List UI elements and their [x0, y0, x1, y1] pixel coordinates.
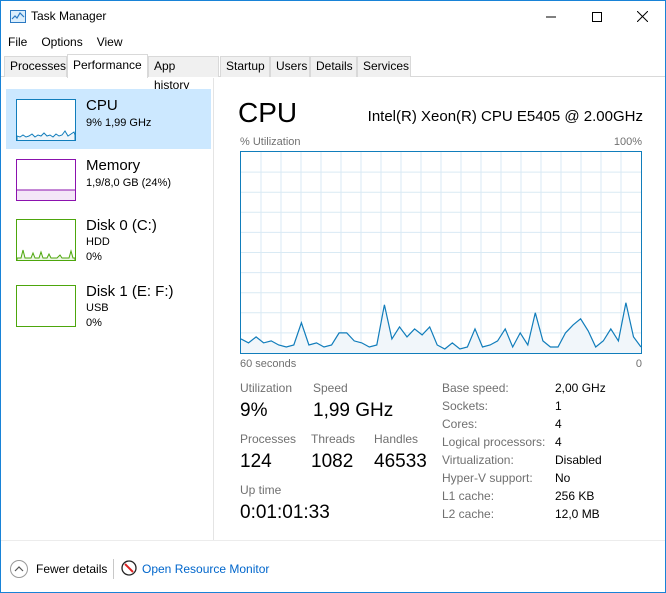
sidebar-memory-detail: 1,9/8,0 GB (24%) — [86, 177, 171, 189]
cpu-utilization-graph — [240, 151, 642, 354]
menu-file[interactable]: File — [1, 32, 34, 52]
sidebar-memory-name: Memory — [86, 157, 141, 174]
cores-label: Cores: — [442, 417, 478, 431]
resource-monitor-icon — [121, 560, 137, 576]
sidebar-disk0-usage: 0% — [86, 251, 102, 263]
sidebar-disk0-type: HDD — [86, 236, 110, 248]
resource-sidebar: CPU 9% 1,99 GHz Memory 1,9/8,0 GB (24%) … — [1, 78, 214, 540]
disk0-thumbnail — [16, 219, 76, 261]
l1-cache-label: L1 cache: — [442, 489, 495, 503]
l2-cache-value: 12,0 MB — [555, 507, 600, 521]
sidebar-cpu-name: CPU — [86, 97, 118, 114]
open-resource-monitor-link[interactable]: Open Resource Monitor — [142, 562, 269, 576]
speed-label: Speed — [313, 381, 348, 395]
virtualization-label: Virtualization: — [442, 453, 514, 467]
footer-divider — [113, 559, 114, 579]
cpu-detail-panel: CPU Intel(R) Xeon(R) CPU E5405 @ 2.00GHz… — [214, 78, 665, 540]
sidebar-disk1-type: USB — [86, 302, 109, 314]
graph-x-right: 0 — [635, 358, 642, 370]
menu-options[interactable]: Options — [34, 32, 89, 52]
tab-processes[interactable]: Processes — [4, 56, 67, 77]
graph-x-left: 60 seconds — [240, 358, 297, 370]
hyperv-label: Hyper-V support: — [442, 471, 533, 485]
task-manager-icon — [10, 10, 26, 23]
uptime-label: Up time — [240, 483, 282, 497]
cores-value: 4 — [555, 417, 562, 431]
uptime-value: 0:01:01:33 — [240, 502, 330, 523]
processes-value: 124 — [240, 451, 272, 472]
l1-cache-value: 256 KB — [555, 489, 595, 503]
handles-value: 46533 — [374, 451, 427, 472]
menu-view[interactable]: View — [90, 32, 130, 52]
logical-processors-label: Logical processors: — [442, 435, 546, 449]
sockets-value: 1 — [555, 399, 562, 413]
tab-app-history[interactable]: App history — [148, 56, 219, 92]
l2-cache-label: L2 cache: — [442, 507, 495, 521]
sidebar-disk1-usage: 0% — [86, 317, 102, 329]
sidebar-item-disk0[interactable]: Disk 0 (C:) HDD 0% — [6, 209, 211, 269]
cpu-model: Intel(R) Xeon(R) CPU E5405 @ 2.00GHz — [367, 108, 643, 125]
fewer-details-toggle[interactable] — [10, 560, 28, 578]
menu-bar: File Options View — [1, 32, 665, 52]
sockets-label: Sockets: — [442, 399, 489, 413]
close-button[interactable] — [619, 1, 665, 32]
utilization-value: 9% — [240, 400, 268, 421]
threads-value: 1082 — [311, 451, 354, 472]
speed-value: 1,99 GHz — [313, 400, 394, 421]
tab-services[interactable]: Services — [357, 56, 411, 77]
chevron-up-icon — [14, 566, 24, 572]
utilization-label: Utilization — [240, 381, 293, 395]
window-title: Task Manager — [31, 9, 107, 23]
maximize-button[interactable] — [574, 1, 620, 32]
cpu-graph-svg — [240, 152, 642, 353]
virtualization-value: Disabled — [555, 453, 602, 467]
sidebar-disk0-name: Disk 0 (C:) — [86, 217, 157, 234]
graph-y-label: % Utilization — [240, 136, 301, 148]
sidebar-disk1-name: Disk 1 (E: F:) — [86, 283, 174, 300]
footer-bar: Fewer details Open Resource Monitor — [1, 540, 665, 592]
minimize-button[interactable] — [528, 1, 574, 32]
tab-users[interactable]: Users — [270, 56, 310, 77]
threads-label: Threads — [311, 432, 356, 446]
memory-thumbnail — [16, 159, 76, 201]
sidebar-item-cpu[interactable]: CPU 9% 1,99 GHz — [6, 89, 211, 149]
sidebar-cpu-detail: 9% 1,99 GHz — [86, 117, 152, 129]
processes-label: Processes — [240, 432, 297, 446]
sidebar-item-memory[interactable]: Memory 1,9/8,0 GB (24%) — [6, 149, 211, 209]
close-icon — [636, 11, 648, 22]
fewer-details-button[interactable]: Fewer details — [36, 562, 107, 576]
task-manager-window: Task Manager File Options View Processes… — [0, 0, 666, 593]
handles-label: Handles — [374, 432, 419, 446]
tab-bar: Processes Performance App history Startu… — [1, 54, 665, 92]
tab-startup[interactable]: Startup — [220, 56, 270, 77]
logical-processors-value: 4 — [555, 435, 562, 449]
minimize-icon — [546, 16, 556, 17]
maximize-icon — [592, 11, 602, 22]
base-speed-value: 2,00 GHz — [555, 381, 606, 395]
disk1-thumbnail — [16, 285, 76, 327]
sidebar-item-disk1[interactable]: Disk 1 (E: F:) USB 0% — [6, 275, 211, 335]
cpu-thumbnail — [16, 99, 76, 141]
title-bar: Task Manager — [1, 1, 665, 32]
tab-performance[interactable]: Performance — [67, 54, 148, 78]
hyperv-value: No — [555, 471, 571, 485]
graph-y-max: 100% — [613, 136, 642, 148]
base-speed-label: Base speed: — [442, 381, 509, 395]
tab-details[interactable]: Details — [310, 56, 357, 77]
page-title: CPU — [238, 97, 298, 128]
